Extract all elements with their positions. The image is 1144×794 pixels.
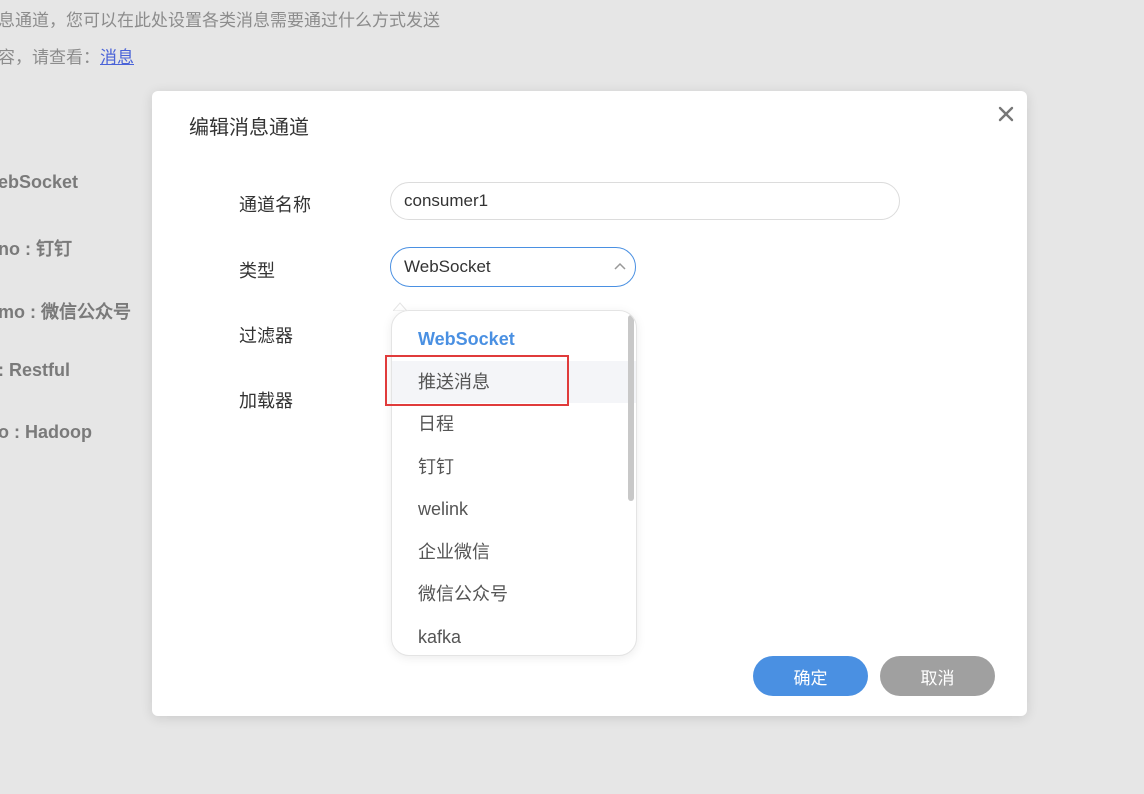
dropdown-option-welink[interactable]: welink — [392, 488, 636, 530]
dropdown-option-wechat-official[interactable]: 微信公众号 — [392, 573, 636, 615]
dropdown-option-wecom[interactable]: 企业微信 — [392, 531, 636, 573]
loader-label: 加载器 — [239, 391, 293, 411]
message-link[interactable]: 消息 — [100, 48, 134, 67]
dropdown-scrollbar[interactable] — [628, 315, 634, 501]
channel-list-item[interactable]: mo : 微信公众号 — [0, 298, 131, 324]
type-label: 类型 — [239, 261, 275, 281]
type-select-value: WebSocket — [404, 257, 491, 276]
edit-channel-dialog: 编辑消息通道 通道名称 类型 WebSocket 过滤器 加载器 WebSock… — [152, 91, 1027, 716]
page-description: 息通道，您可以在此处设置各类消息需要通过什么方式发送 — [0, 11, 440, 30]
type-select[interactable]: WebSocket — [390, 247, 636, 287]
page-description-link-line: 容，请查看：消息 — [0, 43, 134, 68]
dropdown-option-kafka[interactable]: kafka — [392, 616, 636, 655]
close-icon[interactable] — [995, 103, 1017, 125]
page-description-prefix: 容，请查看： — [0, 48, 100, 67]
confirm-button[interactable]: 确定 — [753, 656, 868, 696]
channel-list-item[interactable]: ebSocket — [0, 172, 78, 193]
channel-name-input[interactable] — [390, 182, 900, 220]
dropdown-option-push-message[interactable]: 推送消息 — [392, 361, 636, 403]
type-dropdown-menu: WebSocket 推送消息 日程 钉钉 welink 企业微信 微信公众号 k… — [391, 310, 637, 656]
dialog-title: 编辑消息通道 — [189, 117, 309, 139]
chevron-up-icon — [614, 262, 626, 270]
channel-list-item[interactable]: o : Hadoop — [0, 422, 92, 443]
channel-list-item[interactable]: : Restful — [0, 360, 70, 381]
filter-label: 过滤器 — [239, 326, 293, 346]
dropdown-caret-icon — [393, 302, 407, 311]
dropdown-option-schedule[interactable]: 日程 — [392, 403, 636, 445]
channel-list-item[interactable]: no : 钉钉 — [0, 235, 72, 261]
channel-name-label: 通道名称 — [239, 195, 311, 215]
cancel-button[interactable]: 取消 — [880, 656, 995, 696]
dropdown-option-websocket[interactable]: WebSocket — [392, 318, 636, 360]
dropdown-option-dingtalk[interactable]: 钉钉 — [392, 446, 636, 488]
